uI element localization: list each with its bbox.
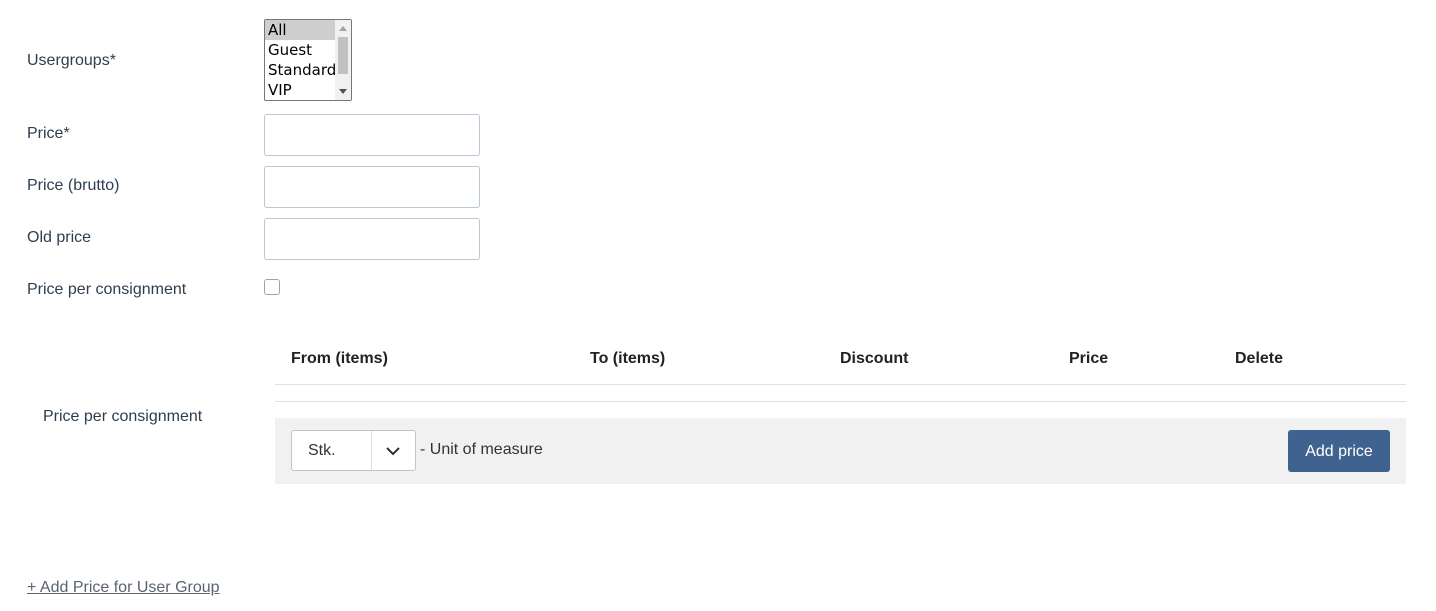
add-price-button[interactable]: Add price: [1288, 430, 1390, 472]
table-body-divider: [275, 401, 1406, 402]
price-brutto-input[interactable]: [264, 166, 480, 208]
price-per-consignment-label: Price per consignment: [27, 281, 187, 298]
column-header-from: From (items): [291, 350, 388, 367]
scroll-down-arrow-icon[interactable]: [339, 89, 347, 94]
old-price-input[interactable]: [264, 218, 480, 260]
scrollbar-thumb[interactable]: [338, 37, 348, 74]
price-brutto-label: Price (brutto): [27, 177, 120, 194]
usergroup-option-standard[interactable]: Standard: [265, 60, 336, 80]
scroll-up-arrow-icon[interactable]: [339, 26, 347, 31]
price-input[interactable]: [264, 114, 480, 156]
usergroup-option-vip[interactable]: VIP: [265, 80, 335, 100]
usergroups-label: Usergroups*: [27, 52, 116, 69]
unit-select-value: Stk.: [308, 442, 336, 459]
price-per-consignment-checkbox[interactable]: [264, 279, 280, 295]
column-header-to: To (items): [590, 350, 666, 367]
consignment-section-label: Price per consignment: [43, 408, 203, 425]
listbox-scrollbar[interactable]: [335, 20, 351, 100]
select-divider: [371, 431, 372, 470]
chevron-down-icon: [386, 447, 400, 456]
unit-of-measure-label: - Unit of measure: [420, 441, 543, 458]
add-price-for-user-group-link[interactable]: + Add Price for User Group: [27, 579, 220, 597]
unit-of-measure-select[interactable]: Stk.: [291, 430, 416, 471]
column-header-price: Price: [1069, 350, 1109, 367]
column-header-discount: Discount: [840, 350, 909, 367]
usergroup-option-guest[interactable]: Guest: [265, 40, 335, 60]
table-header-divider: [275, 384, 1406, 385]
usergroups-multiselect[interactable]: All Guest Standard VIP: [264, 19, 352, 101]
column-header-delete: Delete: [1235, 350, 1284, 367]
price-label: Price*: [27, 125, 70, 142]
old-price-label: Old price: [27, 229, 92, 246]
usergroup-option-all[interactable]: All: [265, 20, 335, 40]
